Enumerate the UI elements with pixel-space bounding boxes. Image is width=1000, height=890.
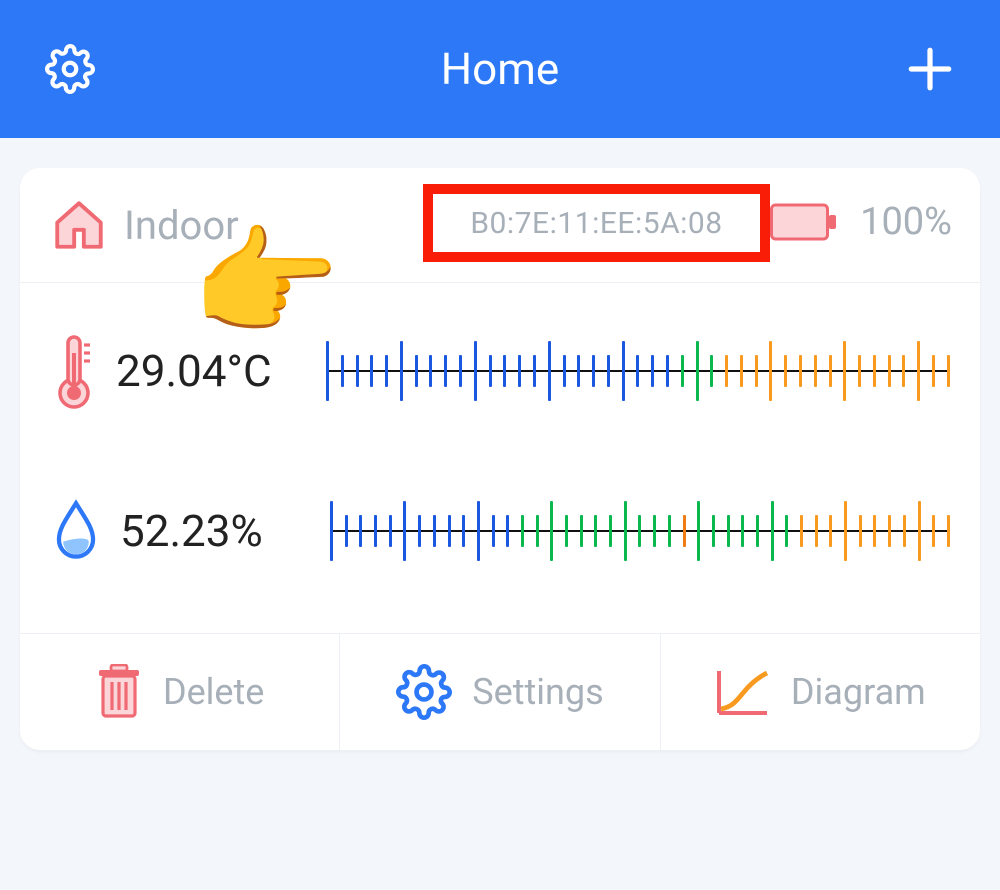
humidity-scale	[330, 501, 950, 561]
card-actions: Delete Settings Diagram	[20, 633, 980, 750]
diagram-button[interactable]: Diagram	[661, 634, 980, 750]
chart-icon	[715, 667, 771, 717]
temperature-row[interactable]: 29.04°C	[50, 283, 950, 449]
battery-icon	[770, 202, 838, 242]
add-button[interactable]	[900, 39, 960, 99]
temperature-value: 29.04°C	[116, 345, 326, 397]
house-icon	[50, 196, 108, 254]
battery-status: 100%	[770, 200, 952, 244]
page-title: Home	[100, 43, 900, 95]
mac-address-highlight: B0:7E:11:EE:5A:08	[423, 184, 770, 262]
app-header: Home	[0, 0, 1000, 138]
thermometer-icon	[50, 333, 98, 409]
gear-icon	[396, 664, 452, 720]
delete-button[interactable]: Delete	[20, 634, 340, 750]
temperature-scale	[326, 341, 950, 401]
action-label: Diagram	[791, 671, 926, 713]
action-label: Settings	[472, 671, 603, 713]
action-label: Delete	[163, 671, 264, 713]
humidity-row[interactable]: 52.23%	[50, 449, 950, 603]
mac-address: B0:7E:11:EE:5A:08	[470, 206, 722, 241]
settings-button[interactable]	[40, 39, 100, 99]
device-card: Indoor B0:7E:11:EE:5A:08 100% 👈	[20, 168, 980, 750]
settings-card-button[interactable]: Settings	[340, 634, 660, 750]
plus-icon	[905, 44, 955, 94]
gear-icon	[45, 44, 95, 94]
water-drop-icon	[50, 499, 102, 563]
device-label: Indoor	[124, 202, 239, 249]
humidity-value: 52.23%	[120, 505, 330, 557]
trash-icon	[95, 664, 143, 720]
metrics-section: 29.04°C 52.23%	[20, 283, 980, 633]
device-header[interactable]: Indoor B0:7E:11:EE:5A:08 100% 👈	[20, 168, 980, 283]
battery-percent: 100%	[860, 200, 952, 244]
